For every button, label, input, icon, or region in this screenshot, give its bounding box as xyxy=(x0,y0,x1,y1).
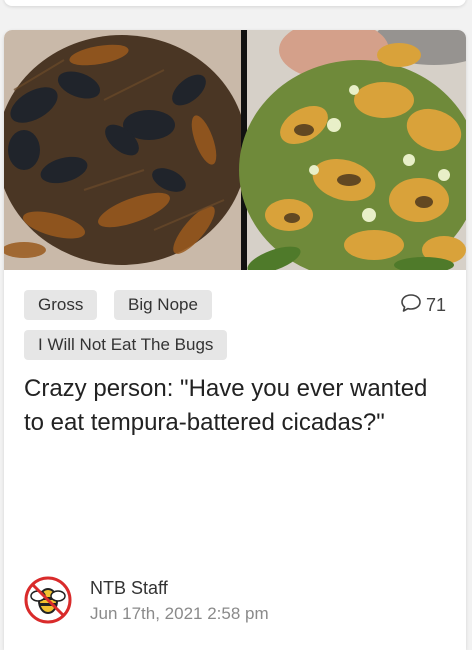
comment-count: 71 xyxy=(425,294,446,315)
bee-logo-icon[interactable] xyxy=(24,576,72,624)
tag-big-nope[interactable]: Big Nope xyxy=(114,290,212,320)
tag-row: Gross Big Nope I Will Not Eat The Bugs 7… xyxy=(24,290,448,370)
speech-bubble-icon xyxy=(400,293,422,318)
article-headline[interactable]: Crazy person: "Have you ever wanted to e… xyxy=(24,372,444,440)
tag-gross[interactable]: Gross xyxy=(24,290,98,320)
thumbnail-image xyxy=(4,30,466,270)
article-thumbnail[interactable] xyxy=(4,30,466,270)
author-name[interactable]: NTB Staff xyxy=(90,578,168,599)
post-date: Jun 17th, 2021 2:58 pm xyxy=(90,604,269,623)
article-card[interactable]: Gross Big Nope I Will Not Eat The Bugs 7… xyxy=(4,30,466,650)
tag-i-will-not-eat-the-bugs[interactable]: I Will Not Eat The Bugs xyxy=(24,330,228,360)
comments-link[interactable]: 71 xyxy=(400,292,446,318)
previous-card-edge xyxy=(4,0,466,6)
author-byline: NTB Staff Jun 17th, 2021 2:58 pm xyxy=(24,576,444,626)
